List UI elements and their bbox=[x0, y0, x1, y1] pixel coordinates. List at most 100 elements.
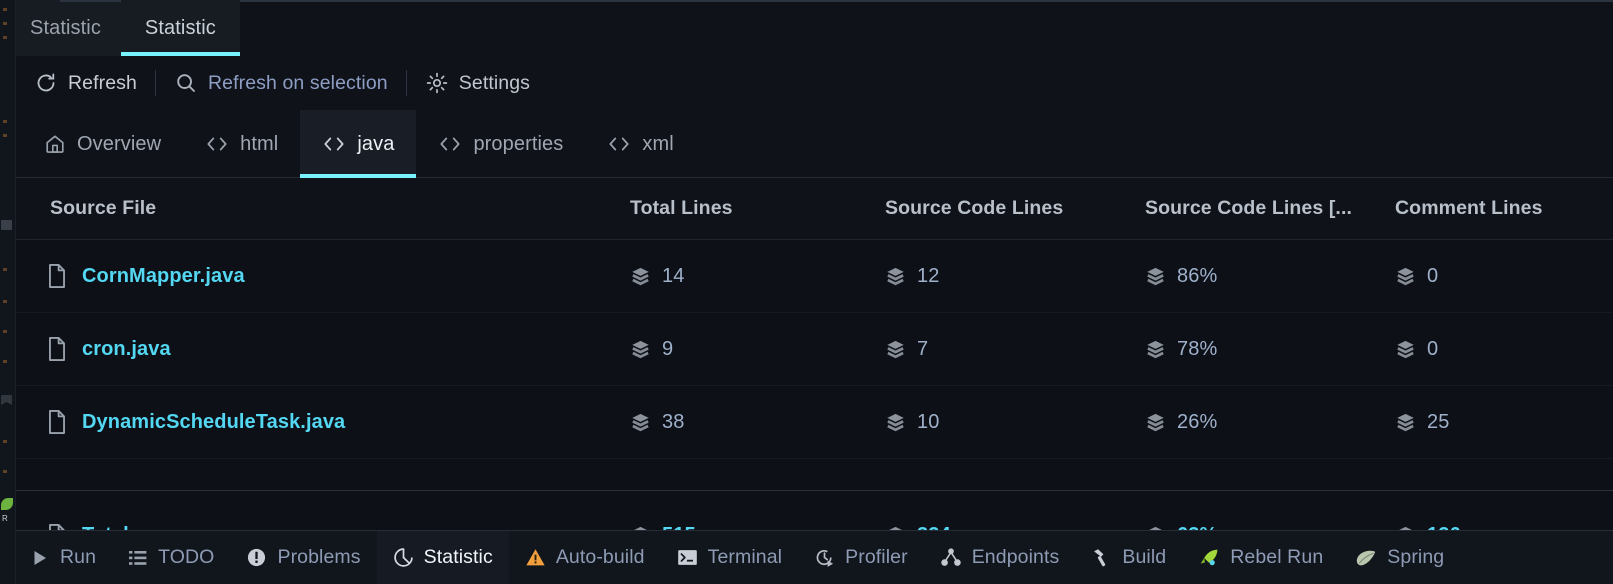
tab-java[interactable]: java bbox=[300, 110, 417, 178]
status-bar-item-statistic-label: Statistic bbox=[423, 546, 493, 568]
tab-statistic-label: Statistic bbox=[144, 16, 216, 39]
code-brackets-icon bbox=[322, 134, 346, 154]
tab-statistic[interactable]: Statistic bbox=[120, 0, 240, 56]
table-total-row: Total: 515 bbox=[16, 499, 1613, 530]
tool-window-title-label: Statistic bbox=[30, 16, 101, 39]
file-name-link[interactable]: DynamicScheduleTask.java bbox=[82, 411, 345, 434]
tab-xml-label: xml bbox=[642, 132, 674, 155]
toolbar-separator-2 bbox=[405, 70, 407, 96]
table-total-row-container: Total: 515 bbox=[16, 490, 1613, 530]
column-header-comment-lines[interactable]: Comment Lines bbox=[1381, 197, 1613, 220]
status-bar-item-build[interactable]: Build bbox=[1075, 531, 1182, 584]
cell-total-lines: 9 bbox=[616, 338, 871, 361]
file-name-link[interactable]: CornMapper.java bbox=[82, 265, 245, 288]
status-bar-item-endpoints[interactable]: Endpoints bbox=[924, 531, 1076, 584]
total-value-source-code-lines: 324 bbox=[917, 524, 951, 530]
layers-stack-icon bbox=[630, 266, 651, 287]
gutter-marker-icon bbox=[1, 220, 12, 230]
cell-source-file[interactable]: cron.java bbox=[16, 336, 616, 362]
cell-total-lines: 14 bbox=[616, 265, 871, 288]
column-header-total-lines[interactable]: Total Lines bbox=[616, 197, 871, 220]
pie-chart-icon bbox=[393, 547, 414, 568]
value-source-code-lines-pct: 26% bbox=[1177, 410, 1218, 433]
cell-source-file[interactable]: DynamicScheduleTask.java bbox=[16, 409, 616, 435]
file-type-tabs: Overview html java properties xml bbox=[0, 110, 1613, 178]
layers-stack-icon bbox=[885, 266, 906, 287]
tab-properties-label: properties bbox=[473, 132, 564, 155]
value-total-lines: 14 bbox=[662, 264, 685, 287]
status-bar-item-problems[interactable]: Problems bbox=[230, 531, 376, 584]
cell-total-source-code-lines-pct: 63% bbox=[1131, 524, 1381, 530]
status-bar-item-todo[interactable]: TODO bbox=[112, 531, 230, 584]
list-icon bbox=[128, 548, 148, 568]
layers-stack-icon bbox=[1395, 339, 1416, 360]
cell-source-file[interactable]: CornMapper.java bbox=[16, 263, 616, 289]
status-bar-item-endpoints-label: Endpoints bbox=[971, 546, 1060, 568]
layers-stack-icon bbox=[885, 339, 906, 360]
status-bar-item-rebel-run-label: Rebel Run bbox=[1230, 546, 1324, 568]
column-header-source-code-lines-pct[interactable]: Source Code Lines [... bbox=[1131, 197, 1381, 220]
spring-leaf-icon bbox=[1355, 548, 1377, 568]
value-source-code-lines-pct: 78% bbox=[1177, 337, 1218, 360]
layers-stack-icon bbox=[1145, 525, 1166, 530]
refresh-on-selection-label: Refresh on selection bbox=[207, 71, 388, 94]
tab-xml[interactable]: xml bbox=[585, 110, 695, 178]
table-row[interactable]: CornMapper.java 14 12 86% 0 bbox=[16, 240, 1613, 313]
status-bar-item-terminal-label: Terminal bbox=[707, 546, 783, 568]
cell-total-label: Total: bbox=[16, 523, 616, 530]
column-header-source-file[interactable]: Source File bbox=[16, 197, 616, 220]
status-bar-item-todo-label: TODO bbox=[158, 546, 215, 568]
settings-button[interactable]: Settings bbox=[411, 63, 544, 103]
status-bar-item-auto-build[interactable]: Auto-build bbox=[509, 531, 661, 584]
value-comment-lines: 0 bbox=[1427, 337, 1439, 360]
status-bar-item-run[interactable]: Run bbox=[14, 531, 112, 584]
file-name-link[interactable]: cron.java bbox=[82, 338, 171, 361]
cell-total-comment-lines: 126 bbox=[1381, 524, 1613, 530]
cell-comment-lines: 25 bbox=[1381, 411, 1613, 434]
table-row[interactable]: cron.java 9 7 78% 0 bbox=[16, 313, 1613, 386]
rebel-run-icon bbox=[1198, 547, 1220, 569]
layers-stack-icon bbox=[1145, 266, 1166, 287]
table-header-row: Source File Total Lines Source Code Line… bbox=[16, 178, 1613, 240]
spring-gutter-icon bbox=[1, 498, 13, 510]
play-icon bbox=[30, 548, 50, 568]
cell-source-code-lines: 12 bbox=[871, 265, 1131, 288]
layers-stack-icon bbox=[630, 525, 651, 530]
refresh-on-selection-button[interactable]: Refresh on selection bbox=[160, 63, 402, 103]
header-divider bbox=[60, 0, 1613, 2]
hammer-icon bbox=[1091, 547, 1112, 568]
file-icon bbox=[46, 336, 68, 362]
tab-html-label: html bbox=[240, 132, 279, 155]
status-bar-item-spring[interactable]: Spring bbox=[1339, 531, 1460, 584]
value-comment-lines: 0 bbox=[1427, 264, 1439, 287]
tab-html[interactable]: html bbox=[183, 110, 300, 178]
tab-active-underline bbox=[120, 52, 240, 56]
gutter-bookmark-icon bbox=[1, 395, 12, 405]
status-bar-item-statistic[interactable]: Statistic bbox=[376, 530, 509, 584]
status-bar-item-spring-label: Spring bbox=[1387, 546, 1445, 568]
cell-comment-lines: 0 bbox=[1381, 265, 1613, 288]
value-source-code-lines: 7 bbox=[917, 337, 929, 360]
value-source-code-lines: 12 bbox=[917, 264, 940, 287]
cell-source-code-lines: 7 bbox=[871, 338, 1131, 361]
value-comment-lines: 25 bbox=[1427, 410, 1450, 433]
status-bar-item-profiler[interactable]: Profiler bbox=[798, 531, 924, 584]
tab-overview[interactable]: Overview bbox=[22, 110, 183, 178]
value-total-lines: 38 bbox=[662, 410, 685, 433]
layers-stack-icon bbox=[1145, 412, 1166, 433]
refresh-button[interactable]: Refresh bbox=[20, 63, 151, 103]
action-toolbar: Refresh Refresh on selection Settings bbox=[0, 56, 1613, 110]
profiler-icon bbox=[814, 547, 835, 568]
status-bar-item-profiler-label: Profiler bbox=[845, 546, 908, 568]
cell-comment-lines: 0 bbox=[1381, 338, 1613, 361]
editor-gutter-strip: R bbox=[0, 0, 16, 584]
status-bar-item-rebel-run[interactable]: Rebel Run bbox=[1182, 531, 1339, 584]
column-header-source-code-lines[interactable]: Source Code Lines bbox=[871, 197, 1131, 220]
search-icon bbox=[174, 71, 198, 95]
table-row[interactable]: DynamicScheduleTask.java 38 10 26% 25 bbox=[16, 386, 1613, 459]
layers-stack-icon bbox=[885, 525, 906, 530]
endpoints-icon bbox=[940, 547, 962, 568]
status-bar-item-terminal[interactable]: Terminal bbox=[661, 531, 799, 584]
tab-properties[interactable]: properties bbox=[416, 110, 585, 178]
file-icon bbox=[46, 523, 68, 530]
